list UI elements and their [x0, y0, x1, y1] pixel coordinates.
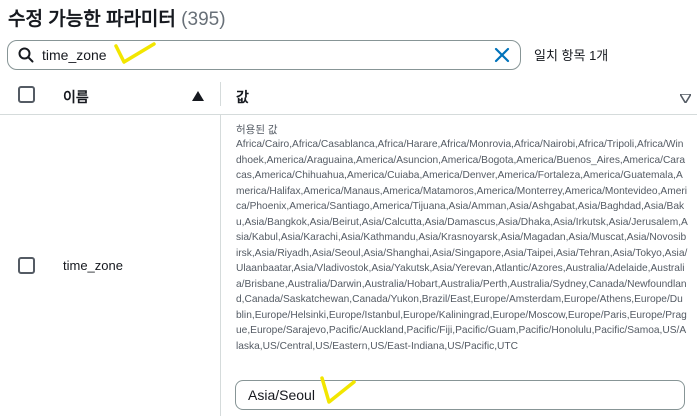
parameter-name: time_zone: [63, 258, 123, 273]
page-title-text: 수정 가능한 파라미터: [8, 9, 176, 30]
column-divider[interactable]: [220, 82, 221, 106]
allowed-values-label: 허용된 값: [236, 124, 278, 136]
header-divider: [0, 114, 697, 115]
column-divider: [220, 115, 221, 416]
search-icon: [18, 47, 34, 68]
checkmark-annotation: [114, 42, 156, 64]
caret-up-icon[interactable]: [192, 88, 204, 106]
parameter-count: (395): [181, 9, 226, 30]
search-input[interactable]: time_zone: [42, 47, 107, 63]
parameter-value-text[interactable]: Asia/Seoul: [248, 387, 315, 403]
row-checkbox[interactable]: [18, 257, 35, 274]
column-header-value[interactable]: 값: [236, 87, 249, 107]
checkmark-annotation: [320, 376, 356, 404]
match-count: 일치 항목 1개: [534, 48, 609, 63]
page-title: 수정 가능한 파라미터 (395): [8, 4, 226, 31]
search-field[interactable]: time_zone: [7, 40, 521, 70]
caret-down-icon[interactable]: [678, 90, 693, 108]
allowed-values-text: Africa/Cairo,Africa/Casablanca,Africa/Ha…: [236, 139, 688, 352]
parameter-value-input[interactable]: Asia/Seoul: [235, 380, 685, 410]
column-header-name[interactable]: 이름: [63, 87, 89, 107]
close-icon[interactable]: [494, 47, 510, 68]
select-all-checkbox[interactable]: [18, 86, 35, 103]
